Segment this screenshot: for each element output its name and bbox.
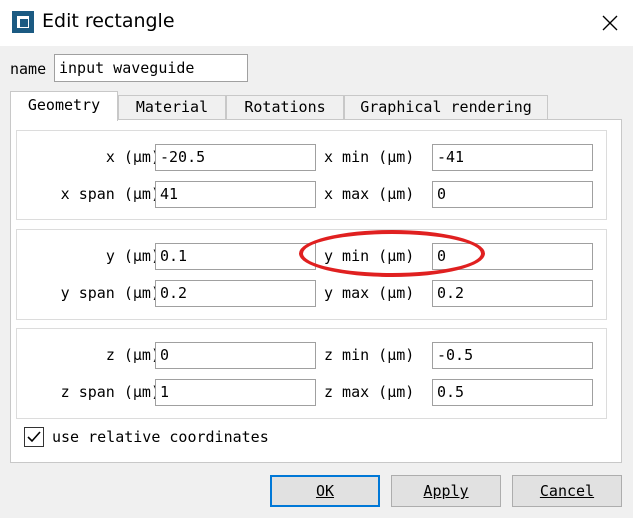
y-max-label: y max (μm): [324, 284, 415, 302]
x-min-field[interactable]: -41: [432, 144, 593, 171]
y-span-field[interactable]: 0.2: [155, 280, 316, 307]
x-group: x (μm) -20.5 x min (μm) -41 x span (μm) …: [16, 130, 607, 220]
close-icon: [602, 15, 618, 31]
cancel-button[interactable]: Cancel: [512, 475, 622, 507]
z-min-field[interactable]: -0.5: [432, 342, 593, 369]
tab-rotations[interactable]: Rotations: [226, 95, 344, 119]
z-span-field[interactable]: 1: [155, 379, 316, 406]
z-field[interactable]: 0: [155, 342, 316, 369]
x-max-label: x max (μm): [324, 185, 415, 203]
apply-button[interactable]: Apply: [391, 475, 501, 507]
tab-material[interactable]: Material: [118, 95, 226, 119]
z-max-field[interactable]: 0.5: [432, 379, 593, 406]
y-label: y (μm): [105, 247, 160, 265]
x-label: x (μm): [105, 148, 160, 166]
use-relative-coordinates-label: use relative coordinates: [52, 428, 269, 446]
x-span-label: x span (μm): [60, 185, 160, 203]
ok-button-label: OK: [315, 482, 335, 500]
name-input[interactable]: input waveguide: [54, 54, 248, 82]
z-group: z (μm) 0 z min (μm) -0.5 z span (μm) 1 z…: [16, 328, 607, 419]
window-title: Edit rectangle: [42, 10, 175, 32]
z-label: z (μm): [105, 346, 160, 364]
y-min-field[interactable]: 0: [432, 243, 593, 270]
cancel-button-label: Cancel: [539, 482, 595, 500]
y-field[interactable]: 0.1: [155, 243, 316, 270]
tab-geometry[interactable]: Geometry: [10, 91, 118, 121]
checkmark-icon: [27, 431, 41, 443]
x-field[interactable]: -20.5: [155, 144, 316, 171]
y-span-label: y span (μm): [60, 284, 160, 302]
y-max-field[interactable]: 0.2: [432, 280, 593, 307]
apply-button-label: Apply: [423, 482, 469, 500]
close-button[interactable]: [587, 0, 633, 46]
use-relative-coordinates-checkbox[interactable]: [24, 427, 44, 447]
z-span-label: z span (μm): [60, 383, 160, 401]
z-max-label: z max (μm): [324, 383, 415, 401]
x-min-label: x min (μm): [324, 148, 415, 166]
app-logo-icon: [12, 11, 34, 33]
name-label: name: [10, 60, 47, 78]
y-min-label: y min (μm): [324, 247, 415, 265]
tab-graphical-rendering[interactable]: Graphical rendering: [344, 95, 548, 119]
title-bar: Edit rectangle: [0, 0, 633, 46]
ok-button[interactable]: OK: [270, 475, 380, 507]
x-max-field[interactable]: 0: [432, 181, 593, 208]
y-group: y (μm) 0.1 y min (μm) 0 y span (μm) 0.2 …: [16, 229, 607, 320]
x-span-field[interactable]: 41: [155, 181, 316, 208]
z-min-label: z min (μm): [324, 346, 415, 364]
